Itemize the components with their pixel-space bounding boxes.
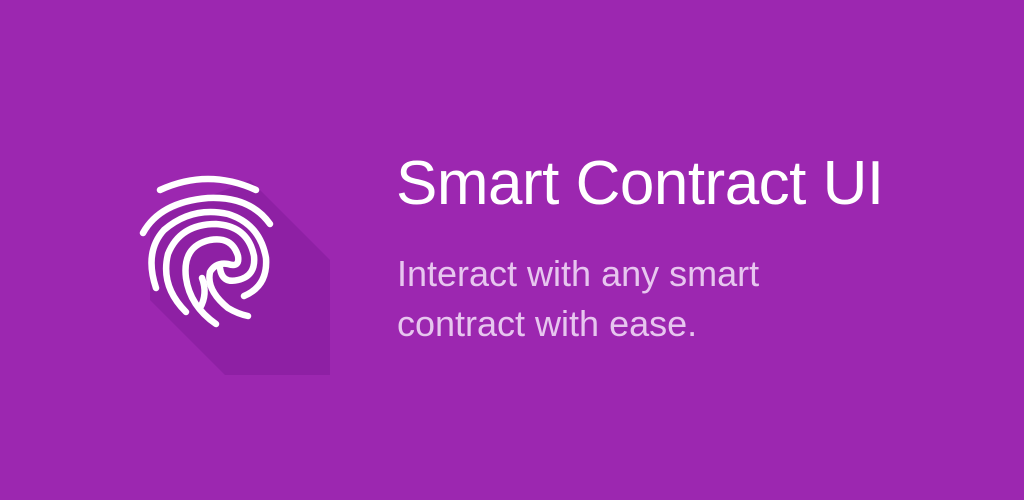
promo-banner: Smart Contract UI Interact with any smar… (0, 0, 1024, 500)
tagline-line-2: contract with ease. (397, 303, 698, 344)
app-tagline: Interact with any smart contract with ea… (397, 249, 957, 349)
app-title: Smart Contract UI (396, 149, 884, 218)
fingerprint-icon (120, 160, 340, 380)
tagline-line-1: Interact with any smart (397, 253, 760, 294)
